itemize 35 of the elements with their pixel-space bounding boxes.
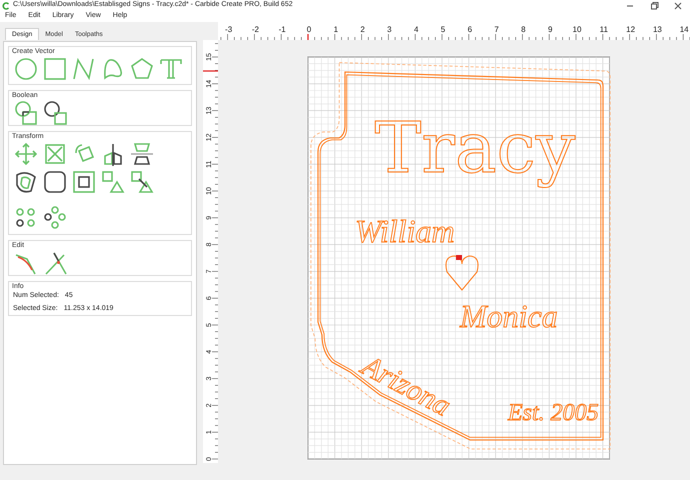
ruler-label: -2 xyxy=(252,25,259,34)
ruler-label: 6 xyxy=(468,25,472,34)
flip-icon[interactable] xyxy=(129,141,155,167)
cursor-marker xyxy=(307,34,309,40)
ruler-label: 11 xyxy=(600,25,608,34)
heart-shape xyxy=(446,256,478,290)
cursor-marker xyxy=(203,70,218,72)
ruler-label: 10 xyxy=(572,25,582,34)
ruler-label: 1 xyxy=(334,25,338,34)
ruler-label: 14 xyxy=(680,25,689,34)
ruler-label: 2 xyxy=(360,25,365,34)
ruler-label: 5 xyxy=(440,25,446,34)
design-name-text: William xyxy=(355,213,455,249)
ruler-label: 12 xyxy=(626,25,636,34)
ruler-label: 8 xyxy=(521,25,526,34)
ruler-label: 13 xyxy=(652,25,662,34)
ruler-label: -1 xyxy=(278,25,286,34)
design-title-text: Tracy xyxy=(374,107,576,189)
ruler-label: 0 xyxy=(306,25,312,34)
ruler-label: -3 xyxy=(225,25,232,34)
square-triangle-icon[interactable] xyxy=(129,169,155,195)
ruler-label: 9 xyxy=(548,25,552,34)
inset-square-icon[interactable] xyxy=(71,169,97,195)
selection-handle[interactable] xyxy=(456,255,462,260)
rounded-square-icon[interactable] xyxy=(42,169,68,195)
circle-square-overlap-icon[interactable] xyxy=(13,100,39,126)
ruler-label: 3 xyxy=(387,25,392,34)
design-name-text: Monica xyxy=(460,298,558,334)
circle-square-overlap-icon[interactable] xyxy=(42,100,68,126)
design-date-text: Est. 2005 xyxy=(508,400,599,426)
ruler-label: 7 xyxy=(494,25,499,34)
circle-pattern-icon[interactable] xyxy=(42,205,68,231)
app-logo-icon xyxy=(2,2,10,10)
offset-icon[interactable] xyxy=(13,169,39,195)
ruler-label: 4 xyxy=(414,25,418,34)
